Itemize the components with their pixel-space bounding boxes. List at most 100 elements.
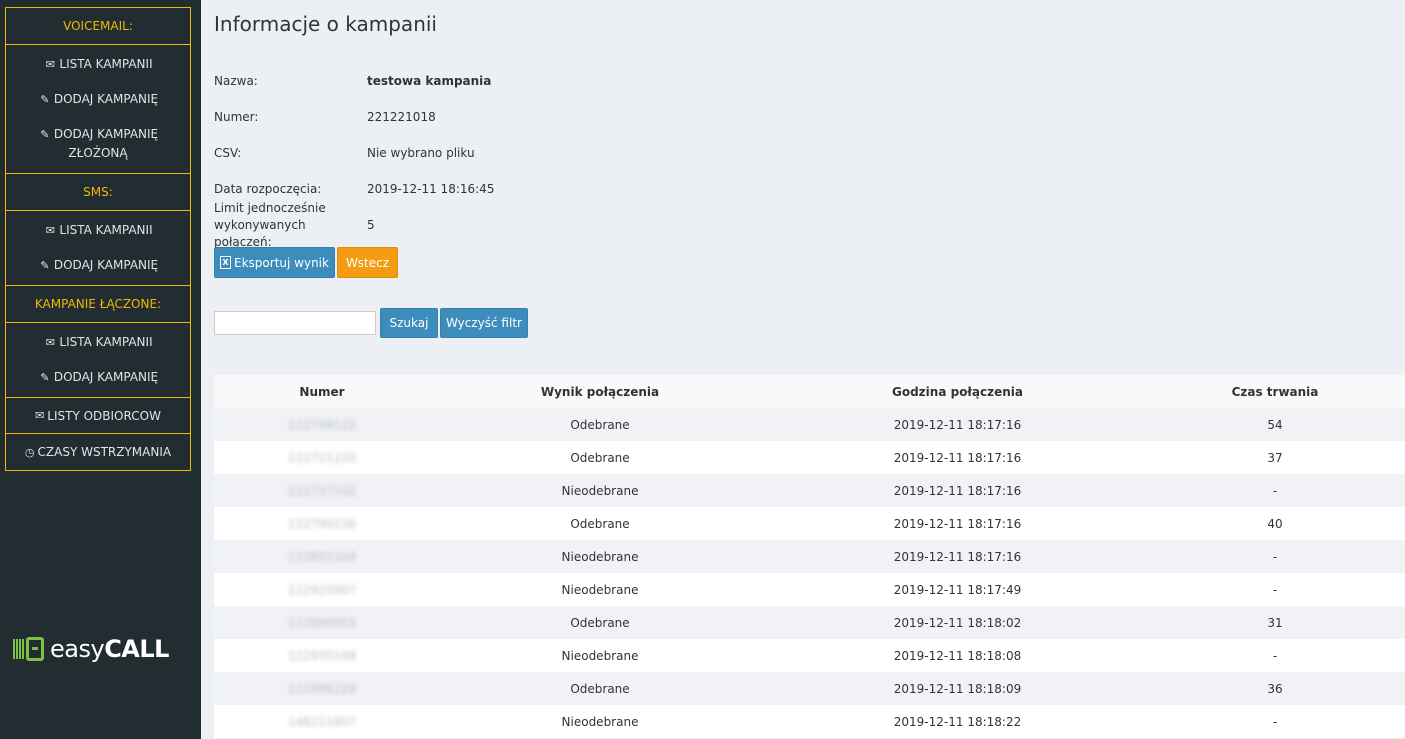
name-label: Nazwa: xyxy=(214,73,258,88)
cell-time: 2019-12-11 18:17:16 xyxy=(893,483,1022,498)
clear-filter-button[interactable]: Wyczyść filtr xyxy=(440,308,528,338)
cell-result: Nieodebrane xyxy=(561,549,639,564)
export-button[interactable]: X Eksportuj wynik xyxy=(214,247,335,278)
cell-number: 122890055 xyxy=(287,615,357,630)
column-header-duration[interactable]: Czas trwania xyxy=(1145,375,1405,408)
cell-number: 122996228 xyxy=(287,681,357,696)
table-row: 122996228 Odebrane 2019-12-11 18:18:09 36 xyxy=(214,672,1405,705)
start-date-value: 2019-12-11 18:16:45 xyxy=(367,182,495,196)
table-row: 122920907 Nieodebrane 2019-12-11 18:17:49 - xyxy=(214,573,1405,606)
sidebar-item-label: CZASY WSTRZYMANIA xyxy=(37,445,172,459)
results-table: Numer Wynik połączenia Godzina połączeni… xyxy=(214,375,1405,738)
action-buttons: X Eksportuj wynik Wstecz xyxy=(214,247,398,278)
section-voicemail: ✉ LISTA KAMPANII ✎ DODAJ KAMPANIĘ ✎ DODAJ K… xyxy=(5,45,191,173)
sidebar-item-combined-list[interactable]: ✉ LISTA KAMPANII xyxy=(6,325,190,360)
cell-number: 122799122 xyxy=(287,417,357,432)
export-button-label: Eksportuj wynik xyxy=(234,255,329,270)
search-bar: Szukaj Wyczyść filtr xyxy=(214,308,528,338)
sidebar-item-combined-add[interactable]: ✎ DODAJ KAMPANIĘ xyxy=(6,360,190,395)
search-input[interactable] xyxy=(214,311,376,335)
sidebar-item-label: LISTA KAMPANII xyxy=(59,335,153,349)
cell-number: 148211807 xyxy=(287,714,357,729)
column-header-number[interactable]: Numer xyxy=(214,375,430,408)
cell-result: Nieodebrane xyxy=(561,714,639,729)
sidebar-nav: VOICEMAIL: ✉ LISTA KAMPANII ✎ DODAJ KAMPAN… xyxy=(5,7,191,471)
cell-duration: - xyxy=(1272,582,1278,597)
cell-time: 2019-12-11 18:18:08 xyxy=(893,648,1022,663)
column-header-time[interactable]: Godzina połączenia xyxy=(770,375,1145,408)
table-row: 122737102 Nieodebrane 2019-12-11 18:17:16 - xyxy=(214,474,1405,507)
table-row: 122890055 Odebrane 2019-12-11 18:18:02 31 xyxy=(214,606,1405,639)
cell-duration: 31 xyxy=(1267,615,1283,630)
cell-result: Nieodebrane xyxy=(561,582,639,597)
cell-duration: - xyxy=(1272,483,1278,498)
sidebar-item-recipients[interactable]: ✉ LISTY ODBIORCOW xyxy=(5,397,191,434)
table-row: 122790156 Odebrane 2019-12-11 18:17:16 40 xyxy=(214,507,1405,540)
number-value: 221221018 xyxy=(367,110,436,124)
sidebar-item-voicemail-add-complex[interactable]: ✎ DODAJ KAMPANIĘ ZŁOŻONĄ xyxy=(6,117,190,171)
back-button[interactable]: Wstecz xyxy=(337,247,398,278)
cell-duration: 36 xyxy=(1267,681,1283,696)
info-row-number: Numer: 221221018 xyxy=(214,99,494,135)
search-button[interactable]: Szukaj xyxy=(380,308,438,338)
table-body: 122799122 Odebrane 2019-12-11 18:17:16 54 12… xyxy=(214,408,1405,738)
info-row-csv: CSV: Nie wybrano pliku xyxy=(214,135,494,171)
excel-file-icon: X xyxy=(220,256,232,269)
cell-time: 2019-12-11 18:18:09 xyxy=(893,681,1022,696)
sidebar-item-label: DODAJ KAMPANIĘ ZŁOŻONĄ xyxy=(53,127,159,160)
cell-result: Nieodebrane xyxy=(561,648,639,663)
sidebar-item-label: LISTY ODBIORCOW xyxy=(47,408,161,423)
cell-result: Odebrane xyxy=(570,516,630,531)
cell-time: 2019-12-11 18:18:02 xyxy=(893,615,1022,630)
cell-result: Odebrane xyxy=(570,681,630,696)
info-row-name: Nazwa: testowa kampania xyxy=(214,63,494,99)
cell-duration: 54 xyxy=(1267,417,1283,432)
cell-duration: - xyxy=(1272,549,1278,564)
cell-time: 2019-12-11 18:17:16 xyxy=(893,450,1022,465)
campaign-info: Nazwa: testowa kampania Numer: 221221018… xyxy=(214,63,495,249)
cell-number: 122721220 xyxy=(287,450,357,465)
section-header-voicemail: VOICEMAIL: xyxy=(5,7,191,45)
cell-number: 122737102 xyxy=(287,483,357,498)
envelope-icon: ✉ xyxy=(45,58,55,71)
table-row: 122721220 Odebrane 2019-12-11 18:17:16 37 xyxy=(214,441,1405,474)
clock-icon: ◷ xyxy=(24,445,35,459)
cell-time: 2019-12-11 18:17:16 xyxy=(893,417,1022,432)
pencil-icon: ✎ xyxy=(40,259,50,272)
sidebar-item-label: DODAJ KAMPANIĘ xyxy=(53,370,159,384)
sidebar-item-sms-list[interactable]: ✉ LISTA KAMPANII xyxy=(6,213,190,248)
csv-value: Nie wybrano pliku xyxy=(367,146,475,160)
sidebar-item-sms-add[interactable]: ✎ DODAJ KAMPANIĘ xyxy=(6,248,190,283)
number-label: Numer: xyxy=(214,109,259,124)
section-header-sms: SMS: xyxy=(5,173,191,211)
cell-number: 122855104 xyxy=(287,549,357,564)
limit-label: Limit jednocześnie wykonywanych połączeń… xyxy=(214,200,326,249)
cell-time: 2019-12-11 18:17:49 xyxy=(893,582,1022,597)
easycall-logo-icon xyxy=(13,637,44,661)
table-row: 122855104 Nieodebrane 2019-12-11 18:17:16 - xyxy=(214,540,1405,573)
cell-time: 2019-12-11 18:17:16 xyxy=(893,516,1022,531)
sidebar-item-pauses[interactable]: ◷ CZASY WSTRZYMANIA xyxy=(5,434,191,471)
sidebar-item-voicemail-list[interactable]: ✉ LISTA KAMPANII xyxy=(6,47,190,82)
easycall-logo: easyCALL xyxy=(13,635,169,663)
cell-duration: 37 xyxy=(1267,450,1283,465)
sidebar-item-voicemail-add[interactable]: ✎ DODAJ KAMPANIĘ xyxy=(6,82,190,117)
cell-number: 122920907 xyxy=(287,582,357,597)
sidebar-item-label: DODAJ KAMPANIĘ xyxy=(53,258,159,272)
cell-result: Odebrane xyxy=(570,450,630,465)
section-combined: ✉ LISTA KAMPANII ✎ DODAJ KAMPANIĘ xyxy=(5,323,191,397)
envelope-icon: ✉ xyxy=(45,224,55,237)
pencil-icon: ✎ xyxy=(40,93,50,106)
logo-text: easyCALL xyxy=(50,635,169,663)
column-header-result[interactable]: Wynik połączenia xyxy=(430,375,770,408)
section-header-combined: KAMPANIE ŁĄCZONE: xyxy=(5,285,191,323)
section-sms: ✉ LISTA KAMPANII ✎ DODAJ KAMPANIĘ xyxy=(5,211,191,285)
sidebar-item-label: LISTA KAMPANII xyxy=(59,57,153,71)
start-date-label: Data rozpoczęcia: xyxy=(214,181,322,196)
page-title: Informacje o kampanii xyxy=(214,12,437,36)
sidebar: VOICEMAIL: ✉ LISTA KAMPANII ✎ DODAJ KAMPAN… xyxy=(0,0,201,739)
cell-result: Odebrane xyxy=(570,417,630,432)
cell-result: Nieodebrane xyxy=(561,483,639,498)
envelope-icon: ✉ xyxy=(45,336,55,349)
cell-time: 2019-12-11 18:17:16 xyxy=(893,549,1022,564)
